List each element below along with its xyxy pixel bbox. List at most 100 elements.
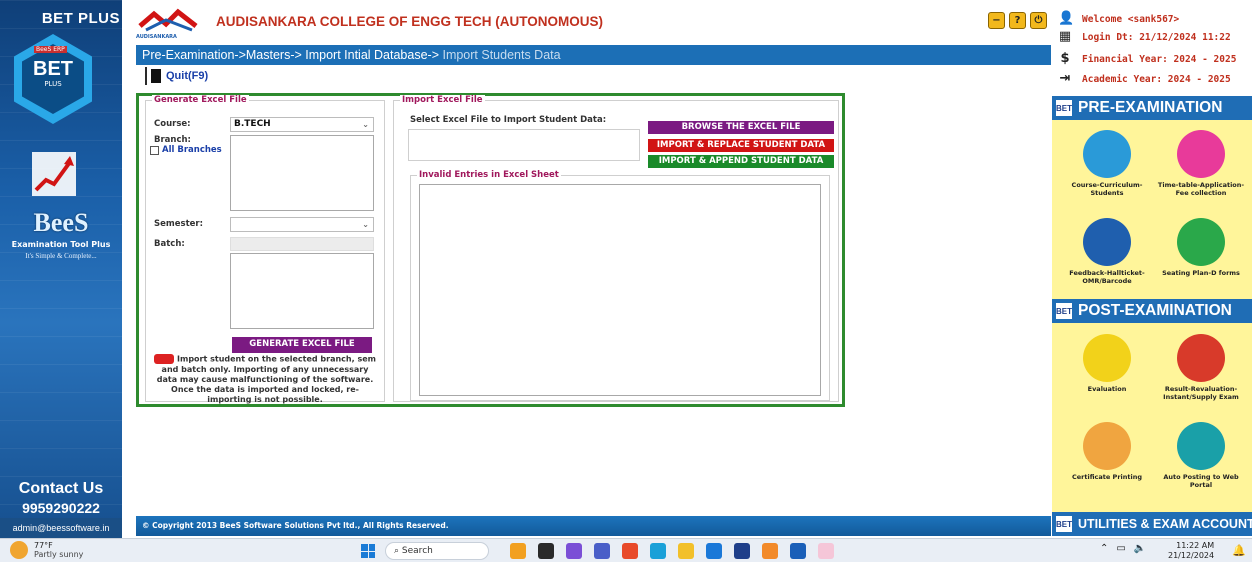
hex-logo-subtext: PLUS: [44, 80, 62, 88]
generate-excel-group: Generate Excel File Course: B.TECH ⌄ Bra…: [145, 95, 385, 404]
course-label: Course:: [154, 119, 191, 129]
chrome-icon[interactable]: [622, 543, 638, 559]
chevron-down-icon: ⌄: [362, 120, 369, 129]
invalid-entries-textarea[interactable]: [419, 184, 821, 396]
app-icon[interactable]: [538, 543, 554, 559]
generate-legend: Generate Excel File: [152, 95, 249, 105]
all-branches-checkbox[interactable]: All Branches: [150, 145, 222, 155]
windows-start-icon[interactable]: [361, 544, 375, 558]
app-icon[interactable]: [706, 543, 722, 559]
module-tile[interactable]: Certificate Printing: [1062, 422, 1152, 481]
bees-erp-tag: BeeS ERP: [34, 46, 67, 53]
file-path-field[interactable]: [408, 129, 640, 161]
post-exam-title: POST-EXAMINATION: [1078, 302, 1232, 319]
breadcrumb-path: Pre-Examination->Masters-> Import Intial…: [142, 48, 439, 62]
weather-widget[interactable]: 77°F Partly sunny: [10, 541, 83, 559]
slogan: It's Simple & Complete...: [25, 252, 97, 260]
academic-row: ⇥ Academic Year: 2024 - 2025: [1058, 72, 1231, 86]
main-panel: Generate Excel File Course: B.TECH ⌄ Bra…: [136, 93, 845, 407]
results-icon: [1177, 334, 1225, 382]
calendar-icon: ▦: [1058, 29, 1072, 44]
edge-icon[interactable]: [650, 543, 666, 559]
help-button[interactable]: ?: [1009, 12, 1026, 29]
contact-title: Contact Us: [18, 480, 104, 497]
chevron-down-icon: ⌄: [362, 220, 369, 229]
network-icon[interactable]: ▭: [1116, 543, 1125, 554]
window-controls: − ? ⏻: [988, 12, 1047, 29]
clock-time: 11:22 AM: [1176, 541, 1215, 550]
browse-excel-button[interactable]: BROWSE THE EXCEL FILE: [648, 121, 834, 134]
welcome-text: Welcome <sank567>: [1082, 13, 1180, 25]
import-legend: Import Excel File: [400, 95, 485, 105]
quit-label: Quit(F9): [166, 70, 209, 82]
hourglass-icon: [1177, 130, 1225, 178]
bet-badge-icon: BET: [1056, 516, 1072, 532]
module-tile[interactable]: Evaluation: [1062, 334, 1152, 393]
academic-text: Academic Year: 2024 - 2025: [1082, 73, 1231, 85]
utilities-header[interactable]: BET UTILITIES & EXAM ACCOUNT: [1052, 512, 1252, 536]
chevron-up-icon[interactable]: ⌃: [1100, 543, 1108, 554]
app-icon[interactable]: [818, 543, 834, 559]
search-placeholder: Search: [401, 546, 433, 556]
app-icon[interactable]: [762, 543, 778, 559]
minimize-button[interactable]: −: [988, 12, 1005, 29]
batch-listbox[interactable]: [230, 253, 374, 329]
module-tile[interactable]: Feedback-Hallticket-OMR/Barcode: [1062, 218, 1152, 285]
module-tile[interactable]: Result-Revaluation-Instant/Supply Exam: [1156, 334, 1246, 401]
module-caption: Certificate Printing: [1072, 473, 1142, 481]
generate-excel-button[interactable]: GENERATE EXCEL FILE: [232, 337, 372, 353]
contact-email[interactable]: admin@beessoftware.in: [0, 518, 122, 538]
user-info: 👤 Welcome <sank567> ▦ Login Dt: 21/12/20…: [1058, 12, 1252, 96]
word-icon[interactable]: [790, 543, 806, 559]
invalid-entries-legend: Invalid Entries in Excel Sheet: [417, 170, 561, 180]
course-select[interactable]: B.TECH ⌄: [230, 117, 374, 132]
bet-badge-icon: BET: [1056, 303, 1072, 319]
branch-listbox[interactable]: [230, 135, 374, 211]
growth-chart-icon: [32, 152, 76, 196]
search-icon: ⌕: [394, 546, 400, 556]
pre-exam-title: PRE-EXAMINATION: [1078, 99, 1223, 116]
quit-button[interactable]: Quit(F9): [145, 67, 212, 85]
clock[interactable]: 11:22 AM 21/12/2024: [1168, 541, 1214, 561]
post-exam-header[interactable]: BET POST-EXAMINATION: [1052, 299, 1252, 323]
tagline: Examination Tool Plus: [11, 240, 111, 249]
checkbox-box[interactable]: [150, 145, 159, 155]
login-text: Login Dt: 21/12/2024 11:22: [1082, 31, 1231, 43]
breadcrumb-current: Import Students Data: [439, 48, 561, 62]
all-branches-label: All Branches: [162, 145, 222, 155]
import-note-text: Import student on the selected branch, s…: [156, 354, 376, 404]
batch-label: Batch:: [154, 239, 185, 249]
taskbar-search[interactable]: ⌕ Search: [385, 542, 489, 560]
user-icon: 👤: [1058, 11, 1075, 26]
module-tile[interactable]: Course-Curriculum-Students: [1062, 130, 1152, 197]
notification-bell-icon[interactable]: 🔔: [1232, 544, 1246, 557]
module-tile[interactable]: Seating Plan-D forms: [1156, 218, 1246, 277]
weather-temp: 77°F: [34, 541, 53, 550]
volume-icon[interactable]: 🔈: [1134, 543, 1146, 554]
app-icon[interactable]: [566, 543, 582, 559]
course-value: B.TECH: [234, 119, 271, 129]
module-caption: Time-table-Application-Fee collection: [1157, 181, 1245, 197]
welcome-row: 👤 Welcome <sank567>: [1058, 12, 1179, 26]
import-excel-group: Import Excel File Select Excel File to I…: [393, 95, 839, 402]
module-tile[interactable]: Time-table-Application-Fee collection: [1156, 130, 1246, 197]
header: AUDISANKARA AUDISANKARA COLLEGE OF ENGG …: [122, 0, 1052, 44]
semester-select[interactable]: ⌄: [230, 217, 374, 232]
pointing-hand-icon: [154, 354, 175, 364]
system-tray: ⌃ ▭ 🔈: [1100, 543, 1146, 554]
exit-door-icon: [151, 69, 161, 83]
batch-field[interactable]: [230, 237, 374, 251]
folder-icon[interactable]: [678, 543, 694, 559]
seating-icon: [1177, 218, 1225, 266]
import-append-button[interactable]: IMPORT & APPEND STUDENT DATA: [648, 155, 834, 168]
app-window: BET PLUS BeeS ERP BET PLUS BeeS Examinat…: [0, 0, 1252, 562]
teams-icon[interactable]: [594, 543, 610, 559]
import-replace-button[interactable]: IMPORT & REPLACE STUDENT DATA: [648, 139, 834, 152]
pre-exam-header[interactable]: BET PRE-EXAMINATION: [1052, 96, 1252, 120]
bet-app-icon[interactable]: [734, 543, 750, 559]
power-button[interactable]: ⏻: [1030, 12, 1047, 29]
weather-desc: Partly sunny: [34, 550, 84, 559]
module-tile[interactable]: Auto Posting to Web Portal: [1156, 422, 1246, 489]
app-icon[interactable]: [510, 543, 526, 559]
financial-row: $ Financial Year: 2024 - 2025: [1058, 52, 1236, 66]
